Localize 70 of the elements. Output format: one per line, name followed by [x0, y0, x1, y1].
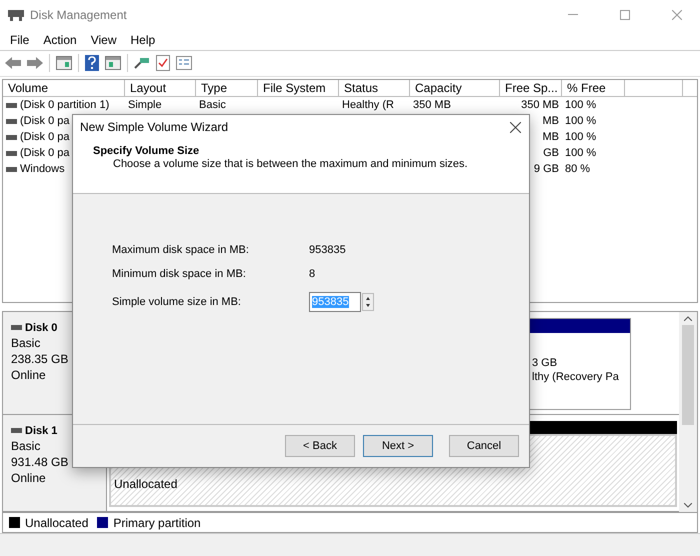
column-header[interactable]: Volume — [3, 80, 125, 96]
column-header[interactable]: Layout — [125, 80, 196, 96]
disk-name: Disk 0 — [25, 322, 58, 334]
back-arrow-icon[interactable] — [5, 57, 21, 70]
table-cell: 350 MB — [413, 99, 451, 112]
wizard-heading: Specify Volume Size — [93, 145, 200, 157]
disk-name: Disk 1 — [25, 424, 58, 437]
table-cell: (Disk 0 pa — [20, 131, 70, 144]
table-cell: MB — [542, 131, 559, 144]
column-header[interactable]: Type — [196, 80, 258, 96]
table-cell: GB — [543, 147, 559, 160]
column-header[interactable]: Free Sp... — [500, 80, 562, 96]
table-cell: 80 % — [565, 163, 590, 176]
disk-info: 931.48 GB — [11, 454, 70, 469]
table-cell: 100 % — [565, 115, 596, 128]
field-label: Maximum disk space in MB: — [112, 244, 250, 256]
legend-label: Primary partition — [113, 516, 201, 530]
scroll-up-icon[interactable] — [684, 316, 692, 321]
disk-info: Online — [11, 368, 47, 382]
disk-drive-icon — [8, 9, 24, 21]
menu-item[interactable]: Action — [43, 32, 77, 47]
table-cell: (Disk 0 pa — [20, 115, 70, 128]
column-header[interactable]: File System — [258, 80, 339, 96]
table-cell: 350 MB — [521, 99, 559, 112]
disk-info: Basic — [11, 438, 42, 453]
minimize-icon[interactable] — [568, 14, 578, 16]
legend-label: Unallocated — [25, 516, 88, 530]
field-value: 8 — [309, 268, 316, 280]
column-header[interactable]: Capacity — [410, 80, 500, 96]
forward-arrow-icon[interactable] — [27, 57, 43, 70]
field-value: 953835 — [309, 244, 347, 256]
table-cell: 9 GB — [534, 163, 559, 176]
scroll-down-icon[interactable] — [684, 502, 692, 508]
menu-item[interactable]: File — [10, 32, 30, 47]
field-label: Minimum disk space in MB: — [112, 268, 247, 280]
disk-info: Basic — [11, 336, 42, 350]
menu-item[interactable]: View — [90, 32, 116, 47]
partition-info: 3 GB — [532, 356, 558, 369]
disk-info: 238.35 GB — [11, 352, 70, 366]
maximize-icon[interactable] — [620, 10, 630, 20]
column-header[interactable]: % Free — [562, 80, 625, 96]
close-icon[interactable] — [510, 122, 521, 132]
table-cell: 100 % — [565, 147, 596, 160]
table-cell: (Disk 0 partition 1) — [20, 99, 110, 112]
list-icon[interactable] — [176, 56, 192, 70]
table-cell: 100 % — [565, 99, 596, 112]
table-cell: Windows — [20, 163, 65, 176]
table-cell: MB — [542, 115, 559, 128]
window-title: Disk Management — [30, 8, 128, 22]
help-icon[interactable] — [85, 55, 99, 72]
table-cell: (Disk 0 pa — [20, 147, 70, 160]
menu-item[interactable]: Help — [130, 32, 156, 47]
field-label: Simple volume size in MB: — [112, 296, 242, 308]
panel-icon[interactable] — [105, 56, 121, 70]
wizard-subtitle: Choose a volume size that is between the maximum and minimum sizes. — [112, 158, 469, 170]
table-cell: Simple — [128, 99, 162, 112]
partition-info: lthy (Recovery Pa — [532, 370, 620, 383]
dialog-title: New Simple Volume Wizard — [80, 120, 228, 134]
checklist-icon[interactable] — [156, 55, 170, 72]
dialog-button[interactable]: Cancel — [449, 435, 519, 457]
dialog-button[interactable]: < Back — [285, 435, 355, 457]
table-cell: Healthy (R — [342, 99, 394, 112]
table-cell: 100 % — [565, 131, 596, 144]
scrollbar[interactable] — [679, 312, 697, 512]
table-cell: Basic — [199, 99, 226, 112]
spin-arrows-icon[interactable] — [362, 293, 374, 311]
panel-icon[interactable] — [56, 56, 72, 70]
disk-info: Online — [11, 470, 47, 485]
column-header[interactable]: Status — [339, 80, 410, 96]
dialog-button[interactable]: Next > — [363, 435, 433, 457]
